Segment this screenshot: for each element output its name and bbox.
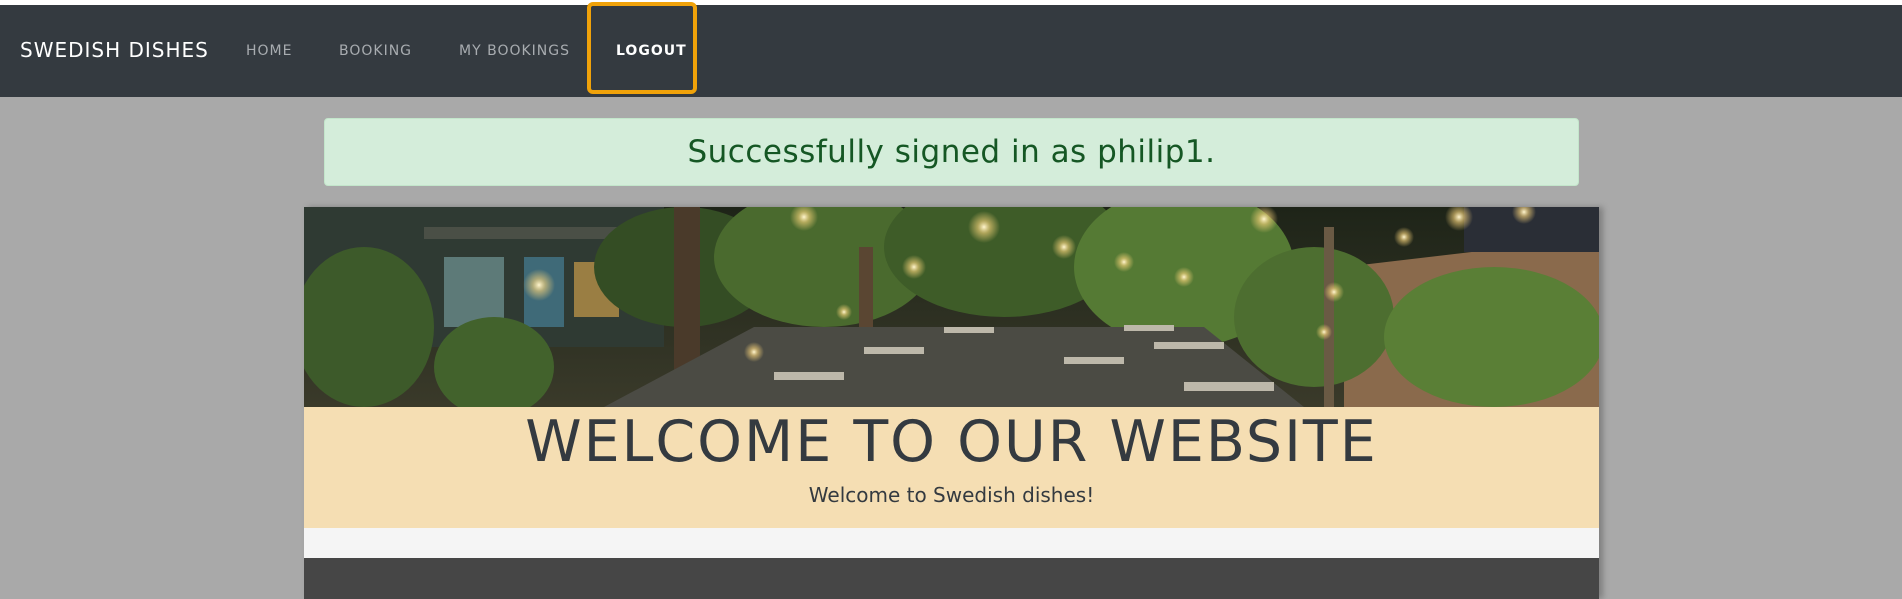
- dark-content-band: [304, 558, 1599, 599]
- main-card: WELCOME TO OUR WEBSITE Welcome to Swedis…: [304, 207, 1599, 599]
- restaurant-terrace-image: [304, 207, 1599, 407]
- navbar: SWEDISH DISHES HOME BOOKING MY BOOKINGS …: [0, 5, 1902, 97]
- welcome-subtitle: Welcome to Swedish dishes!: [808, 483, 1095, 507]
- success-alert: Successfully signed in as philip1.: [324, 118, 1579, 186]
- nav-booking[interactable]: BOOKING: [339, 43, 412, 59]
- welcome-banner: WELCOME TO OUR WEBSITE Welcome to Swedis…: [304, 407, 1599, 528]
- nav-my-bookings[interactable]: MY BOOKINGS: [459, 43, 570, 59]
- brand-logo[interactable]: SWEDISH DISHES: [20, 38, 209, 62]
- hero-image: [304, 207, 1599, 407]
- nav-logout[interactable]: LOGOUT: [616, 43, 687, 59]
- welcome-heading: WELCOME TO OUR WEBSITE: [525, 409, 1378, 475]
- nav-home[interactable]: HOME: [246, 43, 292, 59]
